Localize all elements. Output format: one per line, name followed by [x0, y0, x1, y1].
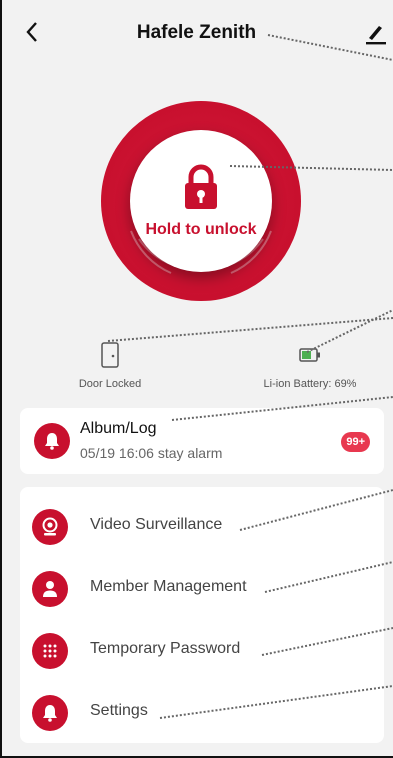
menu-card: Video Surveillance Member Management Tem… — [20, 487, 384, 743]
battery-status: Li-ion Battery: 69% — [240, 340, 380, 390]
battery-icon — [299, 348, 320, 362]
camera-icon — [42, 517, 58, 536]
menu-label: Settings — [90, 702, 148, 719]
pencil-icon — [366, 26, 386, 45]
menu-icon-circle — [32, 695, 68, 731]
user-icon — [43, 581, 57, 597]
menu-label: Member Management — [90, 578, 247, 595]
album-title: Album/Log — [80, 420, 157, 437]
padlock-icon — [185, 164, 217, 209]
door-icon — [101, 342, 119, 368]
door-status: Door Locked — [60, 340, 160, 390]
keypad-icon — [43, 644, 57, 658]
notification-badge: 99+ — [341, 432, 370, 452]
menu-icon-circle — [32, 571, 68, 607]
status-row: Door Locked Li-ion Battery: 69% — [0, 340, 393, 400]
bell-icon — [45, 433, 59, 450]
menu-item-temporary-password[interactable]: Temporary Password — [20, 625, 384, 677]
header: Hafele Zenith — [0, 0, 393, 66]
menu-item-member-management[interactable]: Member Management — [20, 563, 384, 615]
menu-item-settings[interactable]: Settings — [20, 687, 384, 739]
menu-label: Temporary Password — [90, 640, 241, 657]
page-title: Hafele Zenith — [136, 22, 257, 43]
hold-to-unlock-button[interactable]: Hold to unlock — [130, 130, 272, 272]
album-subtitle: 05/19 16:06 stay alarm — [80, 445, 223, 461]
unlock-label: Hold to unlock — [145, 221, 257, 238]
menu-label: Video Surveillance — [90, 516, 223, 533]
door-status-label: Door Locked — [78, 378, 142, 390]
battery-status-label: Li-ion Battery: 69% — [263, 378, 357, 390]
edit-button[interactable] — [360, 18, 390, 48]
album-log-card[interactable]: Album/Log 05/19 16:06 stay alarm 99+ — [20, 408, 384, 474]
bell-icon — [43, 705, 57, 722]
menu-item-video-surveillance[interactable]: Video Surveillance — [20, 501, 384, 553]
album-icon-circle — [34, 423, 70, 459]
menu-icon-circle — [32, 509, 68, 545]
menu-icon-circle — [32, 633, 68, 669]
